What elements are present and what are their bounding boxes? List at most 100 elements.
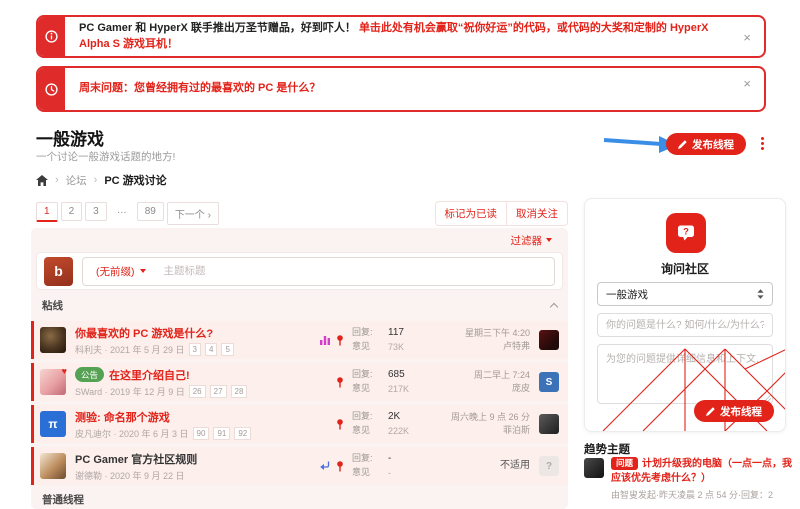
thread-author-date: 科利夫 · 2021 年 5 月 29 日 (75, 343, 185, 356)
updown-arrows-icon (757, 289, 764, 299)
next-page-button[interactable]: 下一个 › (167, 202, 219, 225)
pagination: 1 2 3 … 89 下一个 › (36, 202, 219, 225)
pin-icon (336, 335, 344, 346)
prefix-dropdown[interactable]: (无前缀) (83, 264, 155, 279)
last-post-user[interactable]: 庞皮 (432, 382, 530, 395)
trending-section-title: 趋势主题 (584, 441, 630, 457)
avatar[interactable] (584, 458, 604, 478)
ask-post-thread-button[interactable]: 发布线程 (694, 400, 774, 422)
collapse-icon[interactable] (550, 302, 558, 310)
avatar[interactable] (40, 453, 66, 479)
thread-title[interactable]: 测验: 命名那个游戏 (75, 409, 170, 425)
thread-title[interactable]: 在这里介绍自己! (109, 367, 190, 383)
question-details-textarea[interactable] (597, 344, 773, 404)
chevron-down-icon (546, 238, 552, 242)
thread-title[interactable]: PC Gamer 官方社区规则 (75, 451, 197, 467)
weekend-question-banner: 周末问题：您曾经拥有过的最喜欢的 PC 是什么？ × (36, 66, 766, 112)
ask-community-card: ? 询问社区 一般游戏 发布线程 (584, 198, 786, 432)
announcement-badge: 公告 (75, 367, 104, 382)
last-post-user[interactable]: 卢特弗 (432, 340, 530, 353)
views-count: 73K (388, 341, 432, 354)
page-link[interactable]: 92 (234, 427, 251, 440)
thread-author-date: SWard · 2019 年 12 月 9 日 (75, 385, 185, 398)
page-link[interactable]: 26 (189, 385, 206, 398)
page-link[interactable]: 3 (189, 343, 201, 356)
page-link[interactable]: 91 (213, 427, 230, 440)
thread-list-panel: 过滤器 b (无前缀) 粘线 你最喜欢的 PC 游戏是什么? 科利夫 · 202… (31, 228, 568, 509)
views-label: 意见 (352, 466, 380, 480)
replies-label: 回复: (352, 410, 380, 424)
last-post-date[interactable]: 星期三下午 4:20 (432, 327, 530, 340)
trending-thread-meta: 由智叟发起·昨天凌晨 2 点 54 分·回复：2 (611, 488, 796, 501)
breadcrumb-current[interactable]: PC 游戏讨论 (104, 172, 166, 188)
thread-title[interactable]: 你最喜欢的 PC 游戏是什么? (75, 325, 213, 341)
filter-button[interactable]: 过滤器 (511, 233, 553, 248)
replies-label: 回复: (352, 326, 380, 340)
replies-count: - (388, 452, 432, 467)
pin-icon (336, 377, 344, 388)
info-icon (38, 17, 65, 56)
avatar[interactable] (539, 330, 559, 350)
chevron-down-icon (140, 269, 146, 273)
home-icon[interactable] (36, 175, 48, 186)
svg-text:?: ? (683, 226, 689, 237)
poll-icon (320, 335, 330, 345)
thread-row[interactable]: 公告 在这里介绍自己! SWard · 2019 年 12 月 9 日 26 2… (31, 363, 568, 401)
question-input[interactable] (597, 313, 773, 337)
breadcrumb: › 论坛 › PC 游戏讨论 (36, 172, 167, 188)
last-post-date: 不适用 (432, 459, 530, 474)
page-button-89[interactable]: 89 (137, 202, 164, 221)
clock-icon (38, 68, 65, 110)
banner-text: PC Gamer 和 HyperX 联手推出万圣节赠品，好到吓人！ (79, 22, 356, 34)
thread-row[interactable]: π 测验: 命名那个游戏 皮凡迪尔 · 2020 年 6 月 3 日 90 91… (31, 405, 568, 443)
avatar[interactable]: π (40, 411, 66, 437)
trending-thread-title[interactable]: 计划升级我的电脑（一点一点，我应该优先考虑什么？） (611, 459, 792, 484)
thread-row[interactable]: 你最喜欢的 PC 游戏是什么? 科利夫 · 2021 年 5 月 29 日 3 … (31, 321, 568, 359)
thread-title-input[interactable] (155, 265, 555, 277)
replies-label: 回复: (352, 368, 380, 382)
promo-banner: PC Gamer 和 HyperX 联手推出万圣节赠品，好到吓人！ 单击此处有机… (36, 15, 766, 58)
breadcrumb-forum[interactable]: 论坛 (66, 173, 87, 188)
post-thread-button[interactable]: 发布线程 (666, 133, 746, 155)
unfollow-button[interactable]: 取消关注 (506, 202, 567, 225)
page-link[interactable]: 5 (221, 343, 233, 356)
sticky-section-header: 粘线 (31, 293, 568, 317)
thread-author-date: 谢德勒 · 2020 年 9 月 22 日 (75, 469, 185, 482)
page-button-1[interactable]: 1 (36, 202, 58, 222)
page-link[interactable]: 27 (210, 385, 227, 398)
avatar[interactable] (40, 369, 66, 395)
pin-icon (336, 419, 344, 430)
page-link[interactable]: 28 (231, 385, 248, 398)
avatar[interactable] (40, 327, 66, 353)
list-actions: 标记为已读 取消关注 (435, 201, 569, 226)
avatar[interactable]: S (539, 372, 559, 392)
page-button-3[interactable]: 3 (85, 202, 107, 221)
page-button-2[interactable]: 2 (61, 202, 83, 221)
thread-author-date: 皮凡迪尔 · 2020 年 6 月 3 日 (75, 427, 189, 440)
page-link[interactable]: 90 (193, 427, 210, 440)
last-post-user[interactable]: 菲泊斯 (432, 424, 530, 437)
last-post-date[interactable]: 周二早上 7:24 (432, 369, 530, 382)
avatar[interactable]: b (44, 257, 73, 286)
last-post-date[interactable]: 周六晚上 9 点 26 分 (432, 411, 530, 424)
avatar[interactable]: ? (539, 456, 559, 476)
reply-arrow-icon (320, 461, 330, 471)
page-link[interactable]: 4 (205, 343, 217, 356)
chevron-right-icon: › (94, 174, 98, 186)
pencil-icon (678, 140, 687, 149)
close-icon[interactable]: × (743, 77, 751, 90)
page-subtitle: 一个讨论一般游戏话题的地方! (36, 149, 175, 164)
avatar[interactable] (539, 414, 559, 434)
more-options-icon[interactable] (761, 137, 764, 150)
mark-read-button[interactable]: 标记为已读 (436, 202, 507, 225)
banner-link[interactable]: 周末问题：您曾经拥有过的最喜欢的 PC 是什么？ (79, 81, 320, 97)
category-select[interactable]: 一般游戏 (597, 282, 773, 306)
page-title: 一般游戏 (36, 125, 104, 150)
ask-community-title: 询问社区 (585, 260, 785, 277)
new-thread-field: (无前缀) (82, 257, 555, 286)
views-count: 217K (388, 383, 432, 396)
pin-icon (336, 461, 344, 472)
thread-row[interactable]: PC Gamer 官方社区规则 谢德勒 · 2020 年 9 月 22 日 回复… (31, 447, 568, 485)
normal-section-header: 普通线程 (31, 492, 568, 507)
close-icon[interactable]: × (743, 31, 751, 44)
